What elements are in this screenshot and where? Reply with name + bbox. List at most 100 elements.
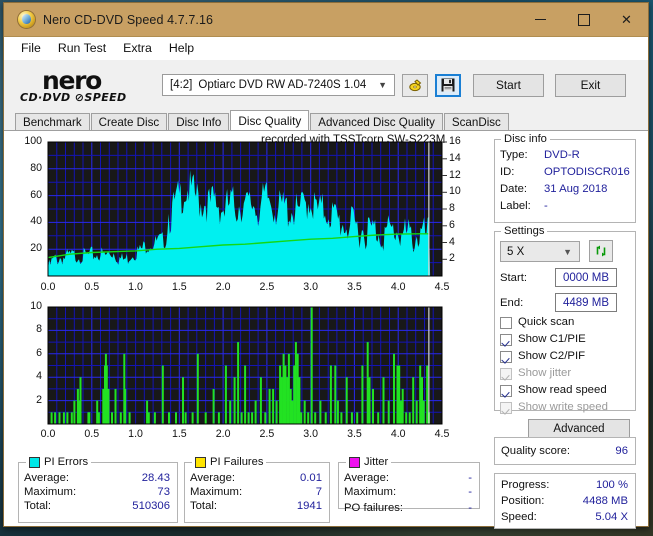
x-axis-tick: 4.5 (434, 281, 450, 293)
speed-label: Speed: (501, 511, 537, 523)
checkbox-show-jitter (500, 368, 512, 380)
x-axis-tick: 3.0 (303, 428, 319, 440)
x-axis-tick: 1.0 (128, 281, 143, 293)
y-axis-tick: 20 (30, 242, 42, 255)
pi-failures-total-value: 1941 (296, 500, 322, 512)
y2-axis-tick: 16 (449, 135, 461, 147)
end-mb-field[interactable]: 4489 MB (555, 293, 617, 312)
nero-logo: nero CD·DVD ⊘SPEED (20, 65, 127, 104)
settings-title: Settings (501, 225, 548, 237)
pi-errors-stats-title: PI Errors (26, 456, 92, 468)
progress-label: Progress: (501, 479, 550, 491)
y2-axis-tick: 6 (449, 218, 455, 231)
pi-errors-average-value: 28.43 (141, 472, 170, 484)
x-axis-tick: 0.0 (40, 428, 56, 440)
disc-quality-panel: recorded with TSSTcorp SW-S223M 20 40 60 80… (4, 130, 648, 529)
jitter-maximum-label: Maximum: (344, 486, 397, 498)
y-axis-tick: 60 (30, 188, 42, 201)
drive-index: [4:2] (170, 79, 193, 91)
x-axis-tick: 1.5 (171, 428, 187, 440)
refresh-button[interactable] (589, 240, 613, 262)
checkbox-show-jitter-label: Show jitter (518, 367, 572, 379)
po-failures-value: - (468, 502, 472, 514)
jitter-maximum-value: - (468, 486, 472, 498)
pi-failures-average-value: 0.01 (300, 472, 322, 484)
checkbox-show-c1-pie-label: Show C1/PIE (518, 333, 586, 345)
y-axis-tick: 2 (36, 393, 42, 406)
checkbox-quick-scan-label: Quick scan (518, 316, 575, 328)
speed-select[interactable]: 5 X ▼ (500, 241, 580, 262)
start-mb-label: Start: (500, 272, 527, 284)
y2-axis-tick: 12 (449, 168, 461, 181)
start-mb-field[interactable]: 0000 MB (555, 268, 617, 287)
pi-errors-average-label: Average: (24, 472, 70, 484)
checkbox-quick-scan[interactable] (500, 317, 512, 329)
pi-errors-maximum-label: Maximum: (24, 486, 77, 498)
tab-benchmark[interactable]: Benchmark (15, 113, 90, 130)
exit-button[interactable]: Exit (555, 73, 626, 97)
advanced-button[interactable]: Advanced (528, 419, 630, 439)
tab-create-disc[interactable]: Create Disc (90, 113, 168, 130)
pi-errors-chart: 20 40 60 80 100 2 4 6 8 10 12 14 16 0.0 0.5 1.0 1.5 2.0 2.… (4, 131, 509, 299)
checkbox-show-read-speed[interactable] (500, 385, 512, 397)
save-button[interactable] (435, 73, 461, 97)
tab-scandisc[interactable]: ScanDisc (443, 113, 509, 130)
x-axis-tick: 0.5 (84, 428, 100, 440)
drive-select[interactable]: [4:2] Optiarc DVD RW AD-7240S 1.04 ▼ (162, 74, 395, 96)
checkbox-show-c2-pif-label: Show C2/PIF (518, 350, 586, 362)
disc-id-label: ID: (500, 166, 515, 178)
checkbox-show-c1-pie[interactable] (500, 334, 512, 346)
menu-item-run-test[interactable]: Run Test (50, 39, 115, 57)
pi-errors-swatch (29, 456, 40, 468)
disc-date-label: Date: (500, 183, 528, 195)
checkbox-show-c2-pif[interactable] (500, 351, 512, 363)
menu-item-help[interactable]: Help (161, 39, 203, 57)
nero-app-icon (18, 11, 35, 28)
tab-disc-info[interactable]: Disc Info (168, 113, 230, 130)
eject-disc-icon (408, 78, 421, 91)
y-axis-tick: 6 (36, 346, 42, 359)
maximize-icon (577, 13, 590, 26)
disc-type-value: DVD-R (544, 149, 580, 161)
checkbox-show-write-speed-label: Show write speed (518, 401, 608, 413)
chevron-down-icon: ▼ (378, 80, 387, 90)
maximize-button[interactable] (562, 3, 605, 36)
drive-name: Optiarc DVD RW AD-7240S 1.04 (198, 79, 367, 91)
menu-bar: File Run Test Extra Help (4, 37, 648, 60)
y2-axis-tick: 8 (449, 202, 455, 214)
minimize-button[interactable] (519, 3, 562, 36)
y2-axis-tick: 2 (449, 252, 455, 265)
eject-button[interactable] (402, 73, 428, 97)
y-axis-tick: 10 (30, 300, 42, 312)
y-axis-tick: 4 (36, 370, 42, 383)
tab-advanced-disc-quality[interactable]: Advanced Disc Quality (310, 113, 443, 130)
y2-axis-tick: 10 (449, 185, 461, 198)
menu-item-extra[interactable]: Extra (115, 39, 161, 57)
quality-score-value: 96 (615, 445, 628, 457)
disc-label-value: - (544, 200, 548, 212)
x-axis-tick: 0.5 (84, 281, 100, 293)
disc-id-value: OPTODISCR016 (544, 166, 630, 178)
y2-axis-tick: 4 (449, 235, 455, 248)
disc-label-label: Label: (500, 200, 531, 212)
progress-value: 100 % (595, 479, 628, 491)
menu-item-file[interactable]: File (13, 39, 50, 57)
position-value: 4488 MB (582, 495, 628, 507)
x-axis-tick: 0.0 (40, 281, 56, 293)
start-button[interactable]: Start (473, 73, 544, 97)
disc-date-value: 31 Aug 2018 (544, 183, 608, 195)
pi-failures-stats-title: PI Failures (192, 456, 267, 468)
pi-errors-maximum-value: 73 (157, 486, 170, 498)
tab-bar: Benchmark Create Disc Disc Info Disc Qua… (4, 110, 648, 130)
x-axis-tick: 4.0 (390, 281, 406, 293)
x-axis-tick: 2.0 (215, 428, 231, 440)
floppy-save-icon (441, 78, 455, 92)
jitter-average-label: Average: (344, 472, 390, 484)
tab-disc-quality[interactable]: Disc Quality (230, 110, 310, 130)
x-axis-tick: 3.0 (303, 281, 319, 293)
jitter-stats-title: Jitter (346, 456, 392, 468)
pi-failures-average-label: Average: (190, 472, 236, 484)
checkbox-show-read-speed-label: Show read speed (518, 384, 607, 396)
jitter-average-value: - (468, 472, 472, 484)
close-button[interactable]: ✕ (605, 3, 648, 36)
